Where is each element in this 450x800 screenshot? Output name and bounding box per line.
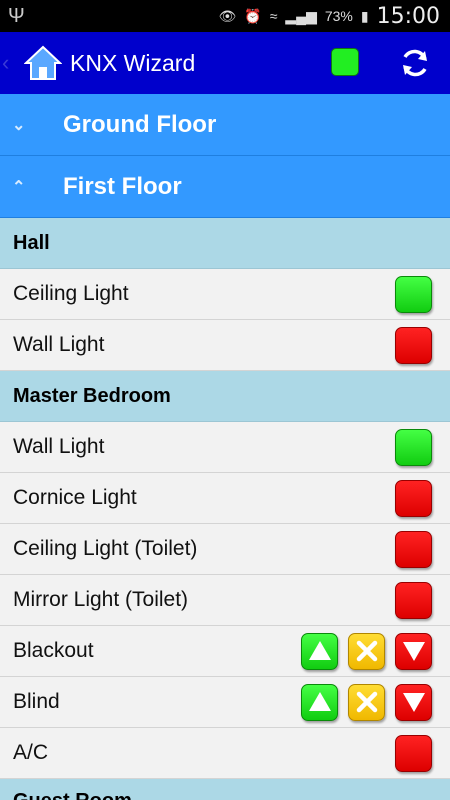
chevron-down-icon: ⌄ bbox=[12, 116, 26, 134]
device-row: Ceiling Light bbox=[0, 269, 450, 320]
usb-icon: Ψ bbox=[8, 4, 25, 27]
toggle-button-off[interactable] bbox=[395, 581, 432, 619]
stop-x-icon bbox=[356, 691, 377, 713]
connection-status-indicator[interactable] bbox=[331, 48, 359, 76]
floor-name: Ground Floor bbox=[63, 110, 217, 138]
room-name: Guest Room bbox=[13, 790, 450, 800]
room-header-guest-room: Guest Room bbox=[0, 779, 450, 800]
floor-name: First Floor bbox=[63, 172, 182, 200]
device-row: A/C bbox=[0, 728, 450, 779]
stop-x-icon bbox=[356, 640, 377, 662]
action-bar: ‹ KNX Wizard bbox=[0, 32, 450, 94]
refresh-icon[interactable] bbox=[398, 46, 432, 80]
arrow-up-icon bbox=[308, 641, 331, 660]
clock: 15:00 bbox=[376, 3, 440, 29]
arrow-down-icon bbox=[402, 693, 425, 712]
room-name: Hall bbox=[13, 231, 50, 254]
app-title: KNX Wizard bbox=[70, 49, 196, 76]
status-icons: 👁 ⏰ ≈ ▂▄▆ 73% ▮ 15:00 bbox=[218, 0, 440, 32]
wifi-icon: ≈ bbox=[269, 8, 278, 24]
device-name: Cornice Light bbox=[13, 486, 137, 509]
device-row: Cornice Light bbox=[0, 473, 450, 524]
arrow-down-icon bbox=[402, 642, 425, 661]
device-row: Ceiling Light (Toilet) bbox=[0, 524, 450, 575]
blind-stop-button[interactable] bbox=[348, 632, 385, 670]
alarm-icon: ⏰ bbox=[244, 7, 262, 24]
blind-stop-button[interactable] bbox=[348, 683, 385, 721]
toggle-button-off[interactable] bbox=[395, 734, 432, 772]
toggle-button-off[interactable] bbox=[395, 326, 432, 364]
device-name: Blind bbox=[13, 690, 60, 713]
toggle-button-off[interactable] bbox=[395, 530, 432, 568]
device-row: Blind bbox=[0, 677, 450, 728]
arrow-up-icon bbox=[308, 692, 331, 711]
device-name: Wall Light bbox=[13, 435, 105, 458]
eye-icon: 👁 bbox=[218, 7, 237, 24]
device-row: Blackout bbox=[0, 626, 450, 677]
up-caret-icon[interactable]: ‹ bbox=[2, 50, 24, 76]
signal-icon: ▂▄▆ bbox=[285, 7, 317, 24]
device-row: Wall Light bbox=[0, 320, 450, 371]
floor-header-ground[interactable]: ⌄ Ground Floor bbox=[0, 94, 450, 156]
home-icon[interactable] bbox=[24, 44, 62, 82]
device-name: A/C bbox=[13, 741, 49, 764]
blind-up-button[interactable] bbox=[301, 632, 338, 670]
room-header-hall: Hall bbox=[0, 218, 450, 269]
room-header-master-bedroom: Master Bedroom bbox=[0, 371, 450, 422]
chevron-up-icon: ⌃ bbox=[12, 178, 26, 196]
device-row: Wall Light bbox=[0, 422, 450, 473]
battery-percent: 73% bbox=[324, 8, 353, 24]
device-name: Mirror Light (Toilet) bbox=[13, 588, 189, 611]
blind-down-button[interactable] bbox=[395, 632, 432, 670]
toggle-button-on[interactable] bbox=[395, 275, 432, 313]
device-name: Ceiling Light (Toilet) bbox=[13, 537, 198, 560]
battery-icon: ▮ bbox=[360, 7, 369, 24]
toggle-button-off[interactable] bbox=[395, 479, 432, 517]
device-name: Wall Light bbox=[13, 333, 105, 356]
device-name: Ceiling Light bbox=[13, 282, 129, 305]
device-row: Mirror Light (Toilet) bbox=[0, 575, 450, 626]
toggle-button-on[interactable] bbox=[395, 428, 432, 466]
blind-down-button[interactable] bbox=[395, 683, 432, 721]
blind-up-button[interactable] bbox=[301, 683, 338, 721]
status-bar: Ψ 👁 ⏰ ≈ ▂▄▆ 73% ▮ 15:00 bbox=[0, 0, 450, 32]
floor-header-first[interactable]: ⌃ First Floor bbox=[0, 156, 450, 218]
device-name: Blackout bbox=[13, 639, 94, 662]
room-name: Master Bedroom bbox=[13, 384, 171, 407]
